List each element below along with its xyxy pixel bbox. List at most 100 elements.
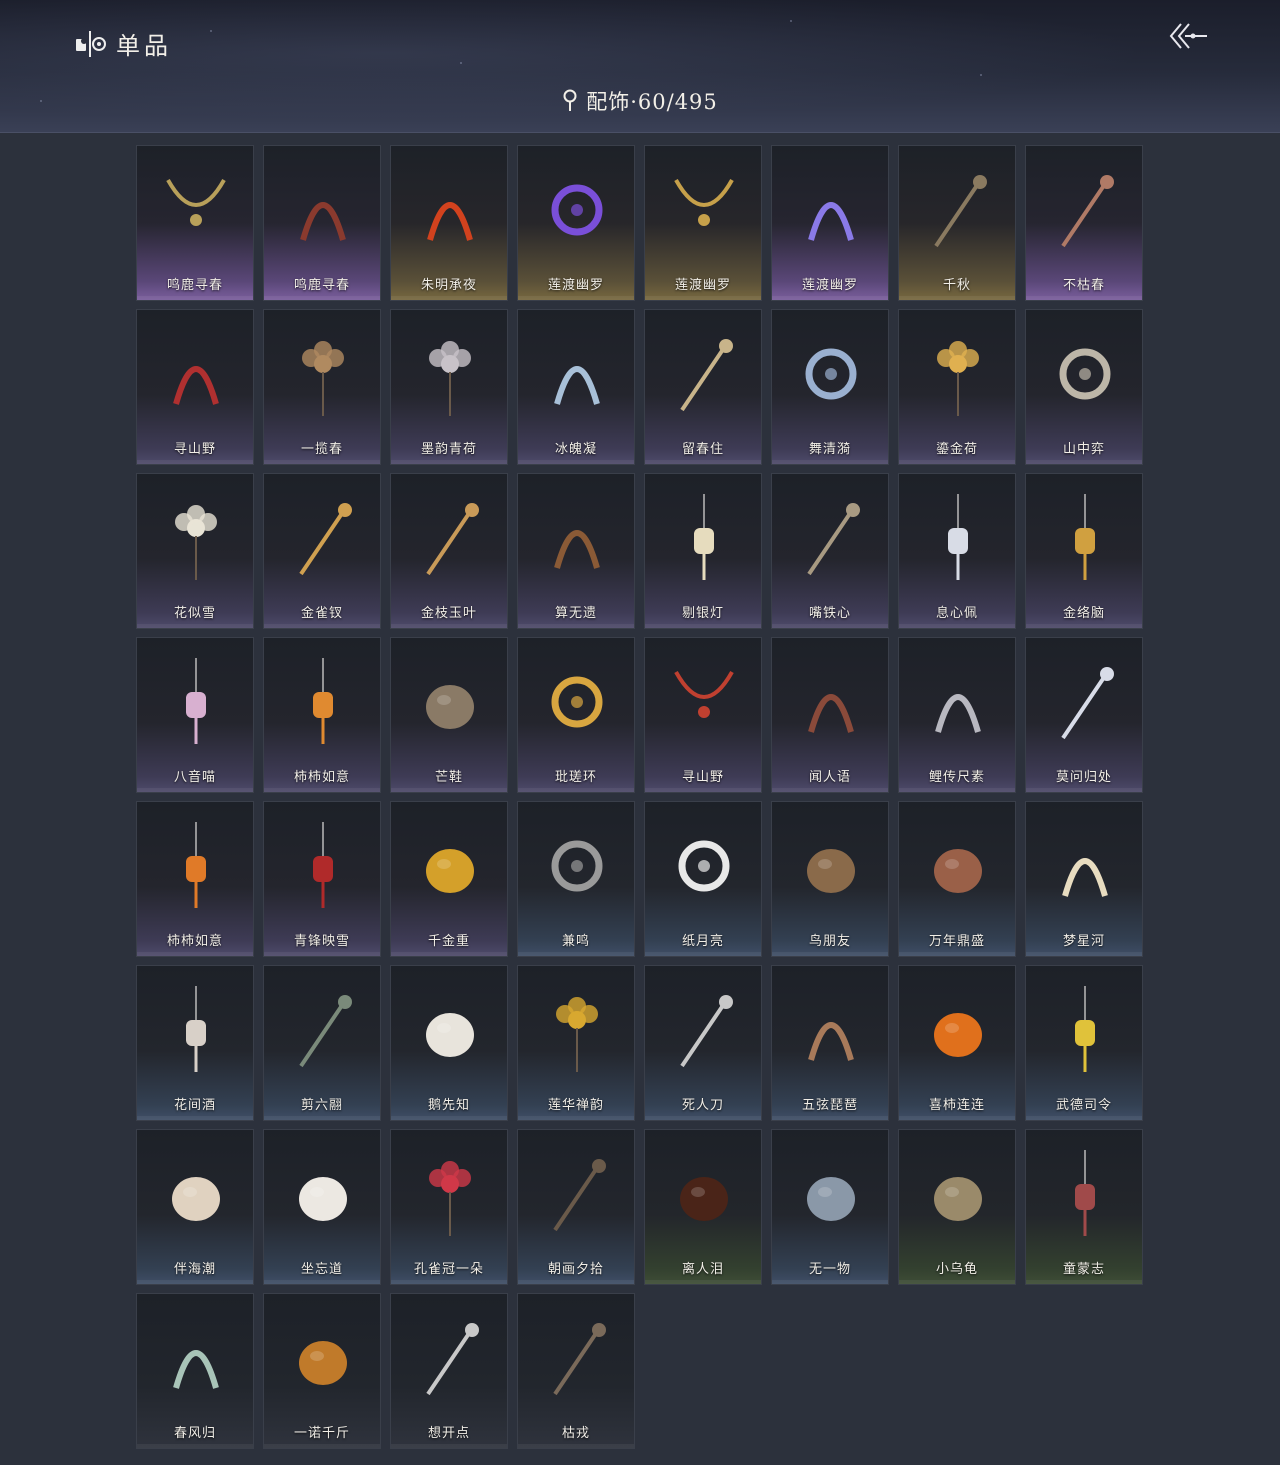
item-name: 莲渡幽罗 (801, 278, 858, 293)
item-name: 武德司令 (1055, 1098, 1112, 1113)
item-card[interactable]: 童蒙志 (1025, 1129, 1143, 1285)
item-card[interactable]: 山中弈 (1025, 309, 1143, 465)
item-card[interactable]: 芒鞋 (390, 637, 508, 793)
item-card[interactable]: 八音喵 (136, 637, 254, 793)
dry-branch-icon (537, 1308, 617, 1408)
item-card[interactable]: 莲渡幽罗 (517, 145, 635, 301)
item-card[interactable]: 青锋映雪 (263, 801, 381, 957)
flower-basket-icon (283, 324, 363, 424)
item-card[interactable]: 留春住 (644, 309, 762, 465)
item-card[interactable]: 坐忘道 (263, 1129, 381, 1285)
silver-crown-icon (918, 652, 998, 752)
gold-ingot-bird-icon (410, 816, 490, 916)
persimmon-tassel-icon (156, 816, 236, 916)
item-card[interactable]: 鎏金荷 (898, 309, 1016, 465)
item-card[interactable]: 纸月亮 (644, 801, 762, 957)
item-card[interactable]: 梦星河 (1025, 801, 1143, 957)
item-card[interactable]: 寻山野 (136, 309, 254, 465)
item-name: 千秋 (942, 278, 971, 293)
item-card[interactable]: 伴海潮 (136, 1129, 254, 1285)
item-card[interactable]: 枯戎 (517, 1293, 635, 1449)
item-name: 柿柿如意 (166, 934, 223, 949)
item-name: 枯戎 (561, 1426, 590, 1441)
item-card[interactable]: 喜柿连连 (898, 965, 1016, 1121)
turtle-icon (918, 1144, 998, 1244)
item-card[interactable]: 不枯春 (1025, 145, 1143, 301)
item-card[interactable]: 莲华禅韵 (517, 965, 635, 1121)
item-card[interactable]: 莫问归处 (1025, 637, 1143, 793)
lantern-icon (664, 488, 744, 588)
item-card[interactable]: 鲤传尺素 (898, 637, 1016, 793)
item-card[interactable]: 鸣鹿寻春 (136, 145, 254, 301)
item-card[interactable]: 玭瑳环 (517, 637, 635, 793)
item-card[interactable]: 嘴铁心 (771, 473, 889, 629)
item-name: 寻山野 (681, 770, 724, 785)
item-card[interactable]: 想开点 (390, 1293, 508, 1449)
item-card[interactable]: 金枝玉叶 (390, 473, 508, 629)
item-card[interactable]: 花似雪 (136, 473, 254, 629)
item-card[interactable]: 冰魄凝 (517, 309, 635, 465)
item-card[interactable]: 寻山野 (644, 637, 762, 793)
item-card[interactable]: 一诺千斤 (263, 1293, 381, 1449)
makeup-icon (283, 160, 363, 260)
go-board-icon (1045, 324, 1125, 424)
brush-icon (537, 1144, 617, 1244)
item-card[interactable]: 兼鸣 (517, 801, 635, 957)
item-card[interactable]: 剪六翮 (263, 965, 381, 1121)
top-header: 单品 配饰·60/495 (0, 0, 1280, 133)
item-card[interactable]: 金雀钗 (263, 473, 381, 629)
item-card[interactable]: 算无遗 (517, 473, 635, 629)
gold-lotus-icon (537, 980, 617, 1080)
gold-horse-pendant-icon (1045, 488, 1125, 588)
item-card[interactable]: 鸟朋友 (771, 801, 889, 957)
item-name: 金雀钗 (300, 606, 343, 621)
hairpin-icon (1045, 160, 1125, 260)
blossom-pin-icon (1045, 652, 1125, 752)
star-speck (790, 20, 792, 22)
item-name: 留春住 (681, 442, 724, 457)
item-card[interactable]: 朱明承夜 (390, 145, 508, 301)
item-card[interactable]: 柿柿如意 (263, 637, 381, 793)
item-name: 莫问归处 (1055, 770, 1112, 785)
item-card[interactable]: 息心佩 (898, 473, 1016, 629)
item-card[interactable]: 小乌龟 (898, 1129, 1016, 1285)
star-speck (210, 30, 212, 32)
item-name: 舞清漪 (808, 442, 851, 457)
item-card[interactable]: 剔银灯 (644, 473, 762, 629)
spirit-horns-icon (791, 160, 871, 260)
item-card[interactable]: 鸣鹿寻春 (263, 145, 381, 301)
item-card[interactable]: 春风归 (136, 1293, 254, 1449)
item-card[interactable]: 无一物 (771, 1129, 889, 1285)
back-button[interactable] (1165, 18, 1211, 54)
item-card[interactable]: 闻人语 (771, 637, 889, 793)
item-card[interactable]: 金络脑 (1025, 473, 1143, 629)
item-card[interactable]: 鹅先知 (390, 965, 508, 1121)
item-card[interactable]: 莲渡幽罗 (644, 145, 762, 301)
item-card[interactable]: 万年鼎盛 (898, 801, 1016, 957)
item-name: 八音喵 (173, 770, 216, 785)
item-card[interactable]: 离人泪 (644, 1129, 762, 1285)
item-name: 剔银灯 (681, 606, 724, 621)
item-card[interactable]: 千金重 (390, 801, 508, 957)
item-card[interactable]: 墨韵青荷 (390, 309, 508, 465)
item-name: 鹅先知 (427, 1098, 470, 1113)
wine-jar-icon (664, 1144, 744, 1244)
item-card[interactable]: 莲渡幽罗 (771, 145, 889, 301)
item-card[interactable]: 武德司令 (1025, 965, 1143, 1121)
item-card[interactable]: 孔雀冠一朵 (390, 1129, 508, 1285)
item-card[interactable]: 舞清漪 (771, 309, 889, 465)
item-card[interactable]: 千秋 (898, 145, 1016, 301)
gold-ring-pendant-icon (537, 652, 617, 752)
item-name: 朝画夕拾 (547, 1262, 604, 1277)
abacus-icon (537, 488, 617, 588)
item-card[interactable]: 死人刀 (644, 965, 762, 1121)
item-name: 金络脑 (1062, 606, 1105, 621)
item-card[interactable]: 花间酒 (136, 965, 254, 1121)
item-card[interactable]: 柿柿如意 (136, 801, 254, 957)
item-name: 万年鼎盛 (928, 934, 985, 949)
item-card[interactable]: 一揽春 (263, 309, 381, 465)
item-card[interactable]: 朝画夕拾 (517, 1129, 635, 1285)
category-heading: 配饰·60/495 (0, 86, 1280, 116)
item-card[interactable]: 五弦琵琶 (771, 965, 889, 1121)
double-chevron-left-icon (1169, 23, 1207, 49)
